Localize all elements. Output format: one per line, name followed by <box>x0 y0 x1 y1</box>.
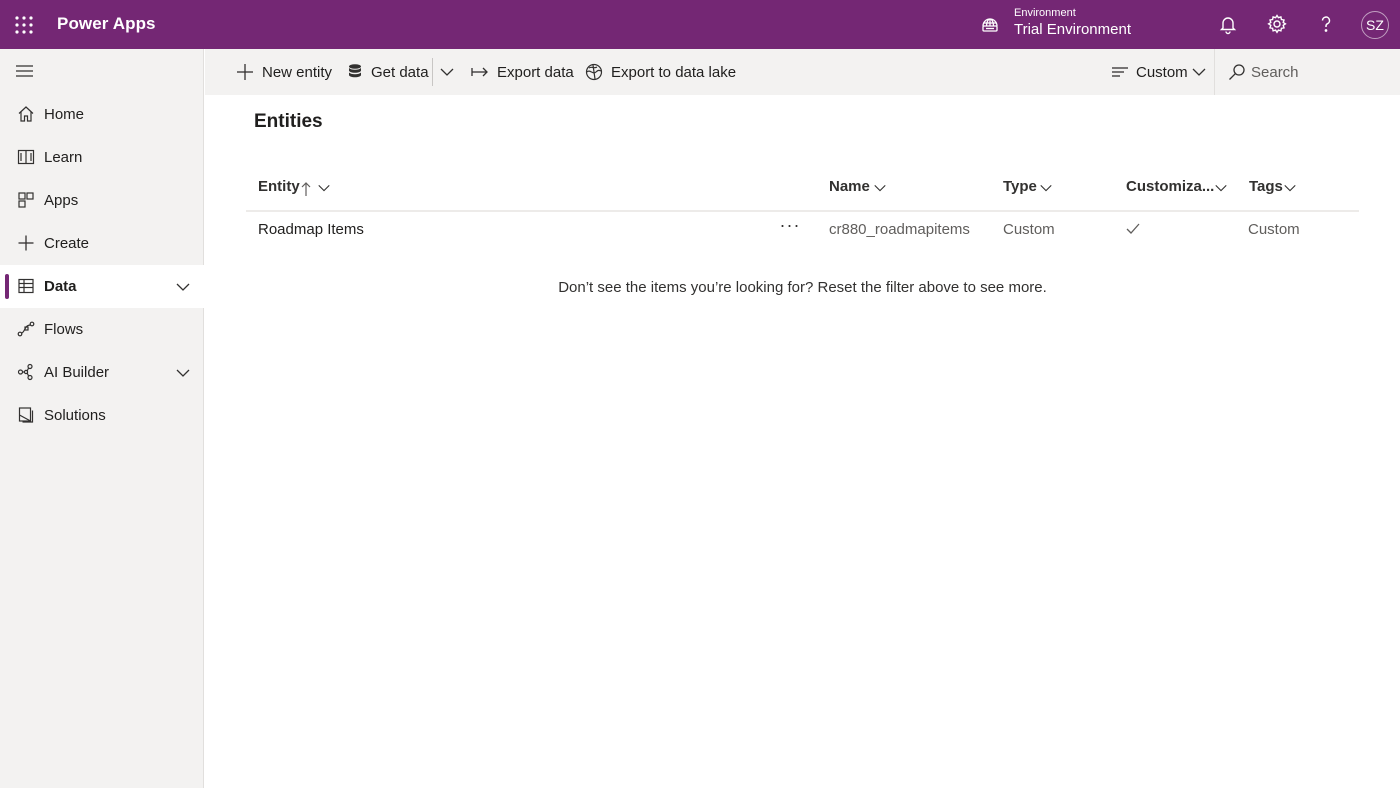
column-header-label: Type <box>1003 178 1037 195</box>
column-header-label: Customiza... <box>1126 178 1215 195</box>
sidebar-item-label: Create <box>44 235 90 252</box>
table-row[interactable]: Roadmap Items ··· cr880_roadmapitems Cus… <box>246 212 1359 248</box>
column-header-customizable[interactable]: Customiza... <box>1126 178 1232 200</box>
sidebar-item-learn[interactable]: Learn <box>0 136 204 179</box>
export-arrow-icon <box>471 63 489 81</box>
app-launcher-icon[interactable] <box>12 13 36 37</box>
search-icon <box>1228 63 1246 81</box>
entity-link[interactable]: Roadmap Items <box>258 221 364 238</box>
sidebar-item-label: Solutions <box>44 407 106 424</box>
export-to-data-lake-button[interactable]: Export to data lake <box>585 49 737 95</box>
get-data-dropdown-button[interactable] <box>439 49 461 95</box>
chevron-down-icon <box>1191 64 1209 82</box>
chevron-down-icon <box>1215 184 1227 192</box>
apps-icon <box>17 191 35 209</box>
ai-builder-icon <box>17 363 35 381</box>
export-to-data-lake-label: Export to data lake <box>611 64 737 81</box>
sidebar-item-flows[interactable]: Flows <box>0 308 204 351</box>
sidebar-item-label: Home <box>44 106 85 123</box>
left-navigation: Home Learn Apps Create Data Flows AI Bui… <box>0 49 204 788</box>
search-box[interactable] <box>1214 49 1400 95</box>
plus-icon <box>236 63 254 81</box>
column-header-label: Name <box>829 178 870 195</box>
sidebar-item-label: Flows <box>44 321 84 338</box>
filter-lines-icon <box>1111 63 1129 81</box>
collapse-menu-icon[interactable] <box>15 62 35 80</box>
column-header-label: Entity <box>258 178 300 195</box>
solutions-icon <box>17 406 35 424</box>
user-avatar[interactable]: SZ <box>1361 11 1389 39</box>
new-entity-button[interactable]: New entity <box>236 49 334 95</box>
data-lake-icon <box>585 63 603 81</box>
sidebar-item-label: Learn <box>44 149 83 166</box>
filter-hint-message: Don’t see the items you’re looking for? … <box>558 279 1047 296</box>
entity-name-cell: cr880_roadmapitems <box>829 221 970 238</box>
book-icon <box>17 148 35 166</box>
help-question-icon[interactable] <box>1314 12 1338 36</box>
sidebar-item-label: AI Builder <box>44 364 110 381</box>
sidebar-item-solutions[interactable]: Solutions <box>0 394 204 437</box>
sidebar-item-label: Apps <box>44 192 79 209</box>
entity-type-cell: Custom <box>1003 221 1055 238</box>
environment-globe-icon <box>980 15 1000 35</box>
database-icon <box>347 63 365 81</box>
app-title[interactable]: Power Apps <box>57 14 156 34</box>
export-data-button[interactable]: Export data <box>471 49 574 95</box>
environment-name: Trial Environment <box>1014 21 1131 38</box>
view-filter-label: Custom <box>1136 64 1188 81</box>
environment-label: Environment <box>1014 7 1076 19</box>
notifications-bell-icon[interactable] <box>1216 12 1240 36</box>
sidebar-item-apps[interactable]: Apps <box>0 179 204 222</box>
get-data-button[interactable]: Get data <box>347 49 429 95</box>
view-filter-dropdown[interactable]: Custom <box>1111 49 1209 95</box>
column-header-type[interactable]: Type <box>1003 178 1059 200</box>
sort-ascending-icon <box>301 182 311 196</box>
sidebar-item-home[interactable]: Home <box>0 93 204 136</box>
chevron-down-icon <box>1040 184 1052 192</box>
plus-icon <box>17 234 35 252</box>
column-header-label: Tags <box>1249 178 1283 195</box>
sidebar-item-ai-builder[interactable]: AI Builder <box>0 351 204 394</box>
entity-tags-cell: Custom <box>1248 221 1300 238</box>
settings-gear-icon[interactable] <box>1265 12 1289 36</box>
search-input[interactable] <box>1251 61 1391 83</box>
chevron-down-icon <box>318 184 330 192</box>
chevron-down-icon <box>439 64 457 82</box>
command-bar: New entity Get data Export data Export t… <box>205 49 1400 95</box>
flow-icon <box>17 320 35 338</box>
divider <box>432 58 433 86</box>
sidebar-item-create[interactable]: Create <box>0 222 204 265</box>
chevron-down-icon <box>874 184 886 192</box>
page-title: Entities <box>254 111 323 132</box>
column-header-name[interactable]: Name <box>829 178 891 200</box>
home-icon <box>17 105 35 123</box>
chevron-down-icon[interactable] <box>175 365 191 381</box>
more-options-button[interactable]: ··· <box>776 216 804 240</box>
get-data-label: Get data <box>371 64 429 81</box>
chevron-down-icon <box>1284 184 1296 192</box>
export-data-label: Export data <box>497 64 574 81</box>
new-entity-label: New entity <box>262 64 333 81</box>
column-header-entity[interactable]: Entity <box>258 178 338 200</box>
top-bar: Power Apps Environment Trial Environment <box>0 0 1400 49</box>
checkmark-icon <box>1126 223 1140 234</box>
column-header-tags[interactable]: Tags <box>1249 178 1301 200</box>
